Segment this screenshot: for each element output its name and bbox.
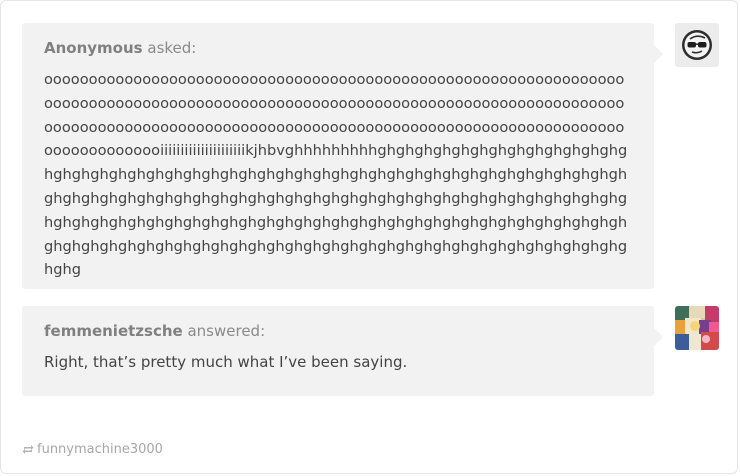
question-bubble: Anonymous asked: ooooooooooooooooooooooo…: [22, 23, 663, 289]
source-name[interactable]: funnymachine3000: [37, 442, 163, 457]
question-text: oooooooooooooooooooooooooooooooooooooooo…: [44, 71, 628, 279]
answer-bubble: femmenietzsche answered: Right, that’s p…: [22, 306, 663, 396]
answer-meta: femmenietzsche answered:: [44, 321, 632, 341]
answered-label: answered:: [187, 322, 266, 340]
answerer-avatar[interactable]: [675, 306, 719, 350]
anonymous-sunglasses-icon: [682, 30, 712, 60]
answer-text: Right, that’s pretty much what I’ve been…: [44, 353, 408, 371]
question-meta: Anonymous asked:: [44, 38, 632, 58]
source-attribution[interactable]: funnymachine3000: [22, 440, 163, 460]
reblog-icon: [22, 445, 34, 454]
asker-avatar[interactable]: [675, 23, 719, 67]
answerer-name[interactable]: femmenietzsche: [44, 322, 183, 340]
asker-name[interactable]: Anonymous: [44, 39, 143, 57]
asked-label: asked:: [147, 39, 197, 57]
colorful-avatar-image: [675, 306, 719, 350]
